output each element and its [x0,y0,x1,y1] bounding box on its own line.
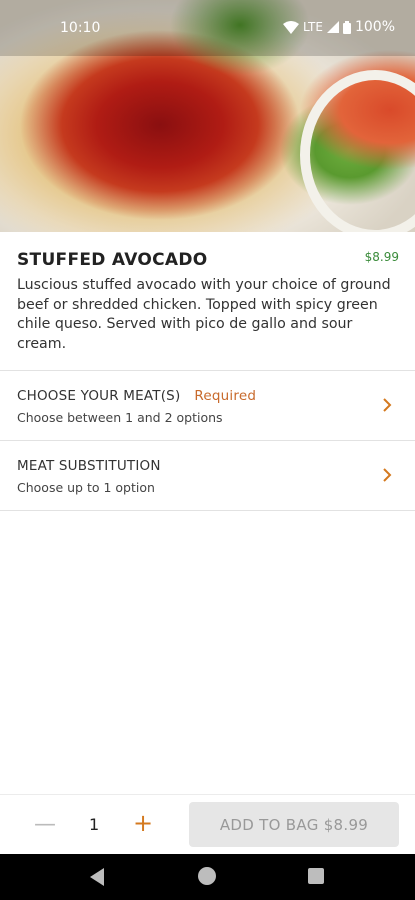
item-header: STUFFED AVOCADO $8.99 [0,232,415,270]
order-footer: — 1 + ADD TO BAG $8.99 [0,794,415,855]
recents-icon[interactable] [308,868,324,884]
required-badge: Required [194,388,257,404]
option-title-text: CHOOSE YOUR MEAT(S) [17,388,181,404]
status-icons: LTE 100% [283,19,395,35]
option-title: CHOOSE YOUR MEAT(S) Required [17,388,256,404]
option-subtitle: Choose between 1 and 2 options [17,410,223,425]
status-time: 10:10 [60,20,101,36]
item-price: $8.99 [364,250,399,264]
quantity-decrease-button[interactable]: — [34,812,56,837]
option-title-text: MEAT SUBSTITUTION [17,458,161,474]
network-label: LTE [303,20,323,34]
battery-icon [342,20,351,34]
add-to-bag-button[interactable]: ADD TO BAG $8.99 [189,802,399,847]
plate-rim [300,70,415,232]
android-nav-bar [0,854,415,900]
status-bar: 10:10 LTE 100% [0,0,415,56]
option-title: MEAT SUBSTITUTION [17,458,161,474]
chevron-right-icon[interactable] [381,468,393,482]
back-icon[interactable] [90,868,106,886]
quantity-value: 1 [89,815,100,834]
chevron-right-icon[interactable] [381,398,393,412]
option-subtitle: Choose up to 1 option [17,480,155,495]
option-meat-substitution[interactable]: MEAT SUBSTITUTION Choose up to 1 option [0,441,415,511]
item-details: STUFFED AVOCADO $8.99 Luscious stuffed a… [0,232,415,511]
battery-percent: 100% [354,19,395,35]
quantity-increase-button[interactable]: + [133,809,153,837]
item-title: STUFFED AVOCADO [17,250,208,270]
item-description: Luscious stuffed avocado with your choic… [17,277,391,352]
wifi-icon [283,20,300,34]
signal-icon [326,21,339,33]
home-icon[interactable] [198,867,216,885]
option-choose-meat[interactable]: CHOOSE YOUR MEAT(S) Required Choose betwe… [0,371,415,441]
